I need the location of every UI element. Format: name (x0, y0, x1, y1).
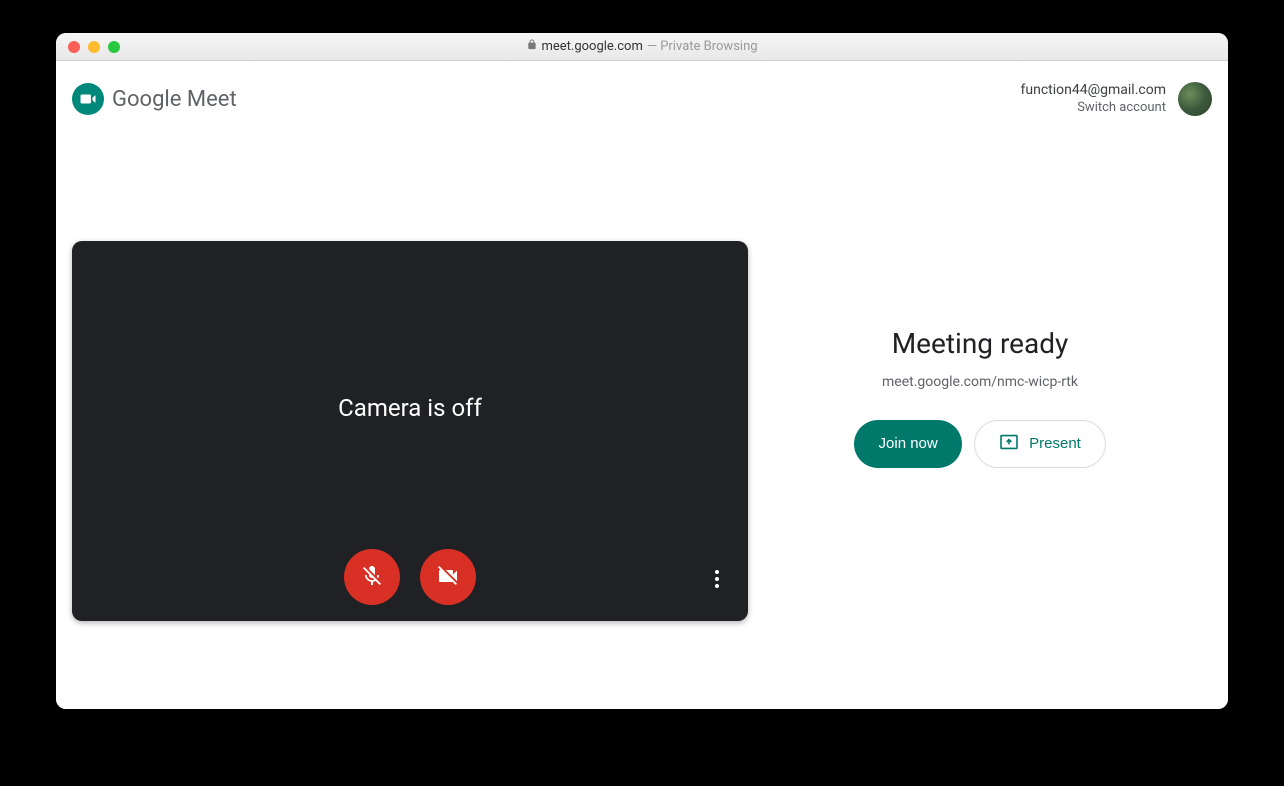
page-content: Google Meet function44@gmail.com Switch … (56, 61, 1228, 709)
present-label: Present (1029, 435, 1081, 452)
logo[interactable]: Google Meet (72, 83, 237, 115)
more-vertical-icon (715, 570, 719, 591)
camera-off-icon (436, 564, 460, 591)
more-options-button[interactable] (702, 565, 732, 595)
camera-toggle-button[interactable] (420, 549, 476, 605)
app-header: Google Meet function44@gmail.com Switch … (56, 61, 1228, 125)
present-icon (999, 434, 1019, 454)
address-bar[interactable]: meet.google.com — Private Browsing (526, 38, 757, 55)
account-text: function44@gmail.com Switch account (1021, 81, 1167, 116)
close-window-button[interactable] (68, 41, 80, 53)
action-buttons: Join now Present (854, 420, 1106, 468)
lock-icon (526, 38, 537, 55)
titlebar: meet.google.com — Private Browsing (56, 33, 1228, 61)
account-email: function44@gmail.com (1021, 81, 1167, 99)
logo-text: Google Meet (112, 87, 237, 112)
switch-account-link[interactable]: Switch account (1021, 100, 1167, 117)
meet-logo-icon (72, 83, 104, 115)
minimize-window-button[interactable] (88, 41, 100, 53)
microphone-off-icon (360, 564, 384, 591)
logo-product: Meet (187, 87, 237, 112)
main-content: Camera is off (56, 125, 1228, 709)
meeting-title: Meeting ready (892, 327, 1069, 360)
window-controls (56, 41, 120, 53)
microphone-toggle-button[interactable] (344, 549, 400, 605)
url-suffix: — Private Browsing (647, 39, 758, 54)
join-panel: Meeting ready meet.google.com/nmc-wicp-r… (748, 125, 1212, 709)
account-area: function44@gmail.com Switch account (1021, 81, 1213, 116)
url-domain: meet.google.com (541, 39, 642, 54)
present-button[interactable]: Present (974, 420, 1106, 468)
join-now-button[interactable]: Join now (854, 420, 962, 468)
browser-window: meet.google.com — Private Browsing Googl… (56, 33, 1228, 709)
preview-controls (344, 549, 476, 605)
camera-off-label: Camera is off (338, 394, 482, 422)
meeting-url: meet.google.com/nmc-wicp-rtk (882, 374, 1078, 390)
logo-brand: Google (112, 87, 187, 112)
maximize-window-button[interactable] (108, 41, 120, 53)
avatar[interactable] (1178, 82, 1212, 116)
video-preview: Camera is off (72, 241, 748, 621)
